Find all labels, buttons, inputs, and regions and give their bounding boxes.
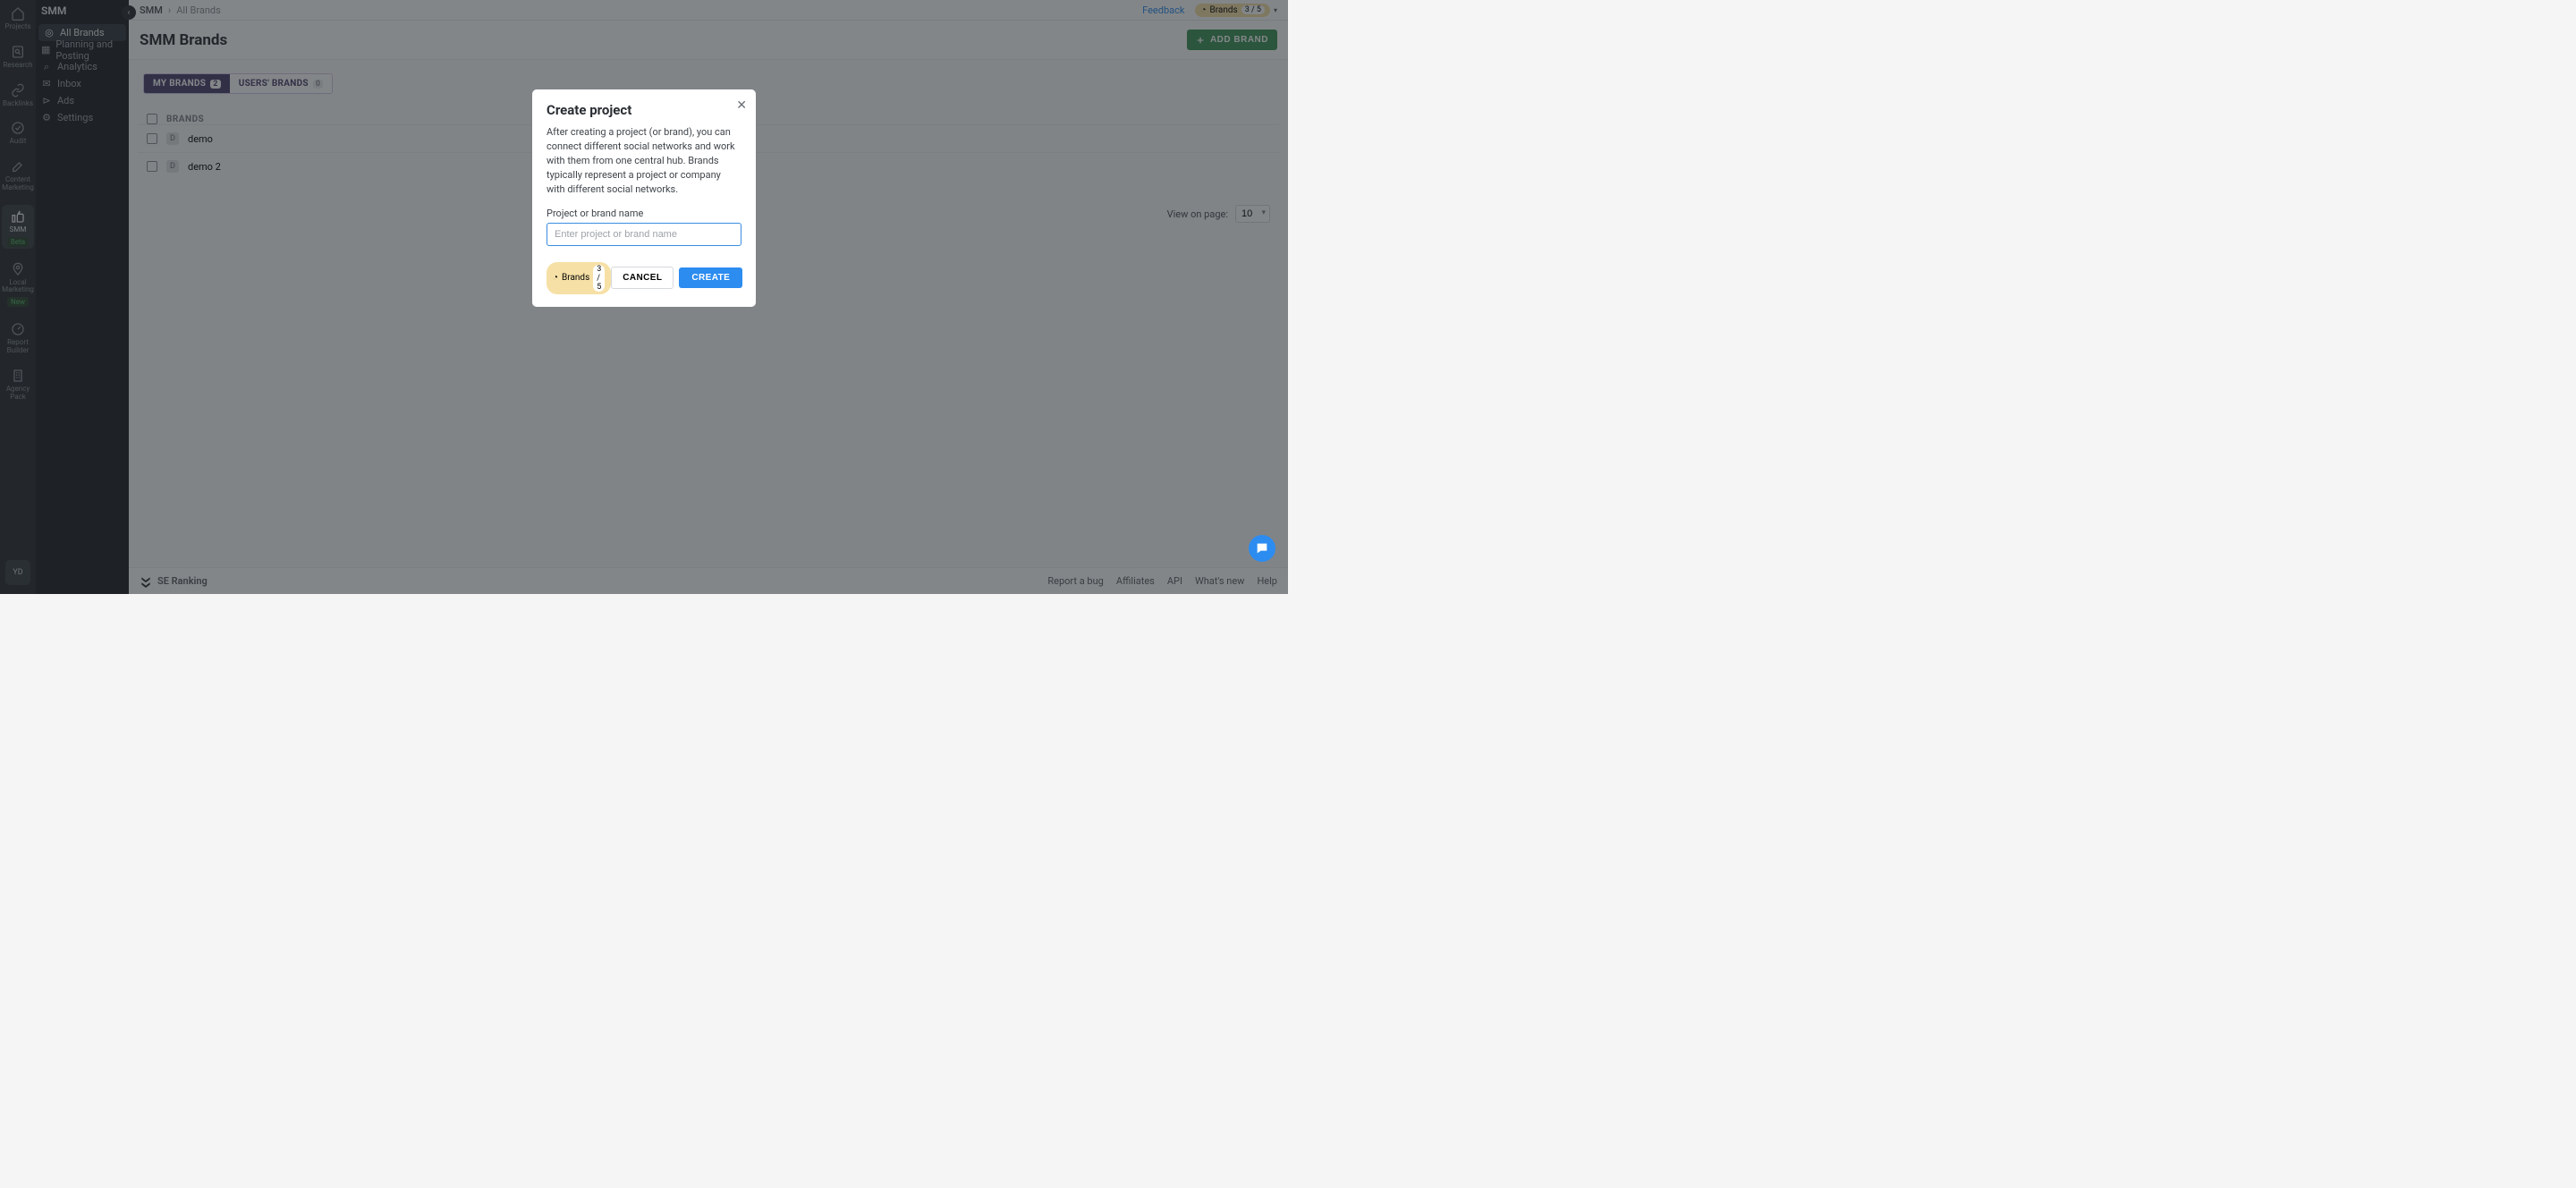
modal-chip-count: 3 / 5 [593,265,605,292]
modal-overlay[interactable]: ✕ Create project After creating a projec… [0,0,1288,594]
create-project-modal: ✕ Create project After creating a projec… [532,89,756,307]
cancel-button[interactable]: CANCEL [611,267,674,289]
gauge-icon: ◔ [553,273,558,283]
cancel-label: CANCEL [623,273,662,283]
close-icon: ✕ [736,98,747,113]
modal-input-label: Project or brand name [547,208,741,219]
chat-icon [1255,541,1269,556]
modal-description: After creating a project (or brand), you… [547,125,741,197]
modal-brands-chip: ◔ Brands 3 / 5 [547,262,611,294]
create-label: CREATE [691,273,730,283]
modal-footer: ◔ Brands 3 / 5 CANCEL CREATE [547,262,741,294]
modal-chip-label: Brands [562,273,589,283]
chat-fab[interactable] [1249,535,1275,562]
create-button[interactable]: CREATE [679,267,742,288]
modal-title: Create project [547,102,741,118]
project-name-input[interactable] [547,223,741,246]
modal-close-button[interactable]: ✕ [736,98,747,113]
